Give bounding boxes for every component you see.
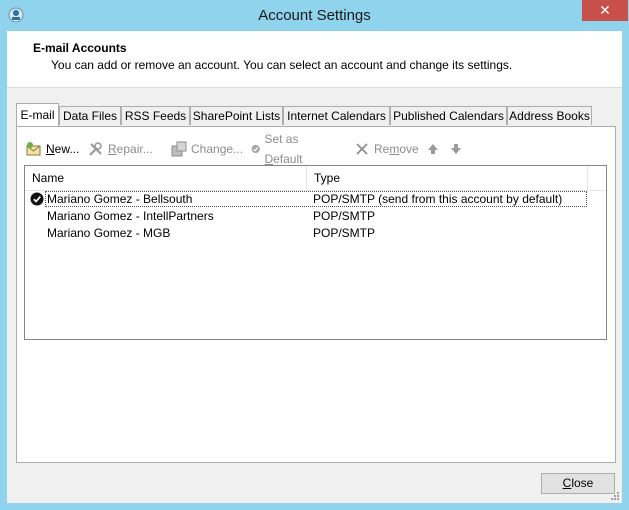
account-name: Mariano Gomez - MGB (47, 226, 171, 240)
account-name: Mariano Gomez - Bellsouth (47, 192, 193, 206)
new-accel: N (46, 142, 55, 156)
remove-pre: Re (374, 142, 390, 156)
title-bar[interactable]: Account Settings ✕ (0, 0, 629, 31)
arrow-up-icon (428, 144, 438, 154)
set-default-accel: D (264, 152, 274, 166)
account-type: POP/SMTP (313, 226, 376, 240)
set-default-pre: Set as (264, 132, 299, 146)
change-icon (171, 141, 187, 157)
close-label: lose (571, 476, 594, 490)
change-label: Change (191, 142, 234, 156)
list-item[interactable]: Mariano Gomez - IntellPartners POP/SMTP (25, 208, 606, 225)
set-default-post: efault (273, 152, 303, 166)
column-header-type[interactable]: Type (307, 166, 587, 190)
change-label-dots: ... (233, 142, 244, 156)
accounts-list[interactable]: Name Type Mariano Gomez - Bellsouth POP/… (24, 165, 607, 340)
column-divider[interactable] (587, 166, 588, 190)
header-subtitle: You can add or remove an account. You ca… (51, 58, 513, 72)
account-settings-window: Account Settings ✕ E-mail Accounts You c… (0, 0, 629, 510)
tab-published-calendars[interactable]: Published Calendars (390, 106, 507, 125)
arrow-down-icon (451, 144, 461, 154)
remove-x-icon (356, 143, 368, 155)
window-close-button[interactable]: ✕ (582, 0, 628, 21)
close-button[interactable]: Close (541, 473, 615, 494)
account-type: POP/SMTP (send from this account by defa… (313, 192, 563, 206)
tab-internet-calendars[interactable]: Internet Calendars (283, 106, 390, 125)
resize-grip-icon[interactable] (610, 491, 620, 501)
remove-accel: m (389, 142, 400, 156)
account-type: POP/SMTP (313, 209, 376, 223)
list-item[interactable]: Mariano Gomez - Bellsouth POP/SMTP (send… (25, 191, 606, 208)
default-account-check-icon (30, 192, 44, 206)
repair-accel: R (108, 142, 117, 156)
tab-address-books[interactable]: Address Books (507, 106, 592, 125)
set-as-default-button[interactable]: Set as Default (251, 132, 309, 166)
new-label: ew... (54, 142, 80, 156)
remove-button[interactable]: Remove (354, 139, 419, 159)
move-up-button[interactable] (425, 139, 441, 159)
move-down-button[interactable] (448, 139, 464, 159)
list-item[interactable]: Mariano Gomez - MGB POP/SMTP (25, 225, 606, 242)
repair-tools-icon (89, 142, 102, 156)
email-tab-panel: New... Repair... Change... Set as Defaul… (16, 126, 616, 463)
new-account-button[interactable]: New... (26, 139, 79, 159)
tab-email[interactable]: E-mail (16, 103, 59, 126)
list-header: Name Type (25, 166, 606, 191)
tab-rss-feeds[interactable]: RSS Feeds (121, 106, 190, 125)
dialog-client-area: E-mail Accounts You can add or remove an… (7, 31, 622, 503)
account-name: Mariano Gomez - IntellPartners (47, 209, 214, 223)
window-title: Account Settings (258, 7, 371, 24)
check-circle-icon (251, 144, 260, 154)
remove-post: ove (399, 142, 419, 156)
repair-button[interactable]: Repair... (88, 139, 153, 159)
column-header-name[interactable]: Name (25, 166, 306, 190)
tab-data-files[interactable]: Data Files (59, 106, 121, 125)
repair-label: epair... (116, 142, 153, 156)
new-account-icon (26, 142, 41, 156)
header-title: E-mail Accounts (33, 41, 127, 55)
tab-sharepoint-lists[interactable]: SharePoint Lists (190, 106, 283, 125)
change-button[interactable]: Change... (171, 139, 243, 159)
header-band: E-mail Accounts You can add or remove an… (7, 31, 622, 88)
